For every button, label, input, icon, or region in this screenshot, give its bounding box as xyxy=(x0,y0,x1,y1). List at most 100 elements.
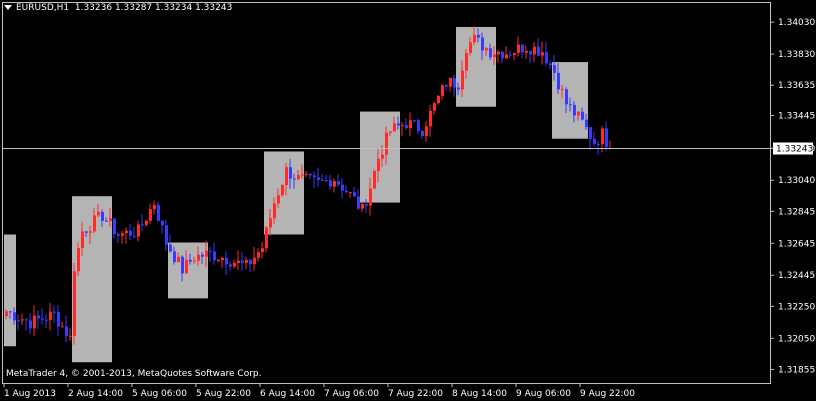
price-tick-label: 1.31855 xyxy=(778,365,815,375)
candle-body xyxy=(305,173,308,175)
candle-body xyxy=(585,119,588,128)
candle-body xyxy=(477,34,480,38)
candle-body xyxy=(517,44,520,53)
candle-body xyxy=(393,123,396,132)
candle-body xyxy=(229,264,232,267)
candle-body xyxy=(101,211,104,221)
candle-body xyxy=(33,315,36,329)
candle-body xyxy=(545,52,548,64)
price-chart[interactable]: 1.340301.338301.336351.334451.332401.330… xyxy=(0,0,816,401)
candle-body xyxy=(581,111,584,120)
candle-body xyxy=(445,85,448,87)
candle-body xyxy=(433,103,436,111)
candle-body xyxy=(45,319,48,321)
candle-body xyxy=(357,196,360,209)
candle-body xyxy=(437,95,440,104)
candle-body xyxy=(441,85,444,96)
candle-body xyxy=(317,177,320,180)
candle-body xyxy=(353,191,356,197)
candle-body xyxy=(113,218,116,235)
candle-body xyxy=(513,52,516,56)
price-tick-label: 1.32250 xyxy=(778,302,815,312)
candle-body xyxy=(225,257,228,265)
candle-body xyxy=(285,167,288,186)
candle-body xyxy=(97,211,100,216)
candle-body xyxy=(469,42,472,53)
candle-body xyxy=(521,44,524,53)
candle-body xyxy=(465,52,468,71)
candle-body xyxy=(133,235,136,237)
candle-body xyxy=(185,259,188,274)
candle-body xyxy=(49,311,52,321)
candle-body xyxy=(89,231,92,233)
candle-body xyxy=(505,54,508,59)
candle-body xyxy=(105,220,108,222)
candle-body xyxy=(493,54,496,58)
candle-body xyxy=(289,167,292,179)
time-tick-label: 2 Aug 14:00 xyxy=(68,389,123,399)
candle-body xyxy=(197,254,200,261)
candle-body xyxy=(565,89,568,105)
candle-body xyxy=(461,70,464,90)
candle-body xyxy=(361,204,364,209)
candle-body xyxy=(253,257,256,265)
dropdown-triangle-icon[interactable] xyxy=(4,5,12,10)
current-price-label: 1.33243 xyxy=(776,145,813,155)
candle-body xyxy=(201,254,204,257)
candle-body xyxy=(5,311,8,317)
price-tick-label: 1.32645 xyxy=(778,239,815,249)
candle-body xyxy=(333,181,336,187)
candle-body xyxy=(169,244,172,252)
candle-body xyxy=(157,205,160,221)
candle-body xyxy=(473,34,476,43)
time-tick-label: 5 Aug 06:00 xyxy=(132,389,187,399)
candle-body xyxy=(597,143,600,145)
price-tick-label: 1.33830 xyxy=(778,50,815,60)
candle-body xyxy=(241,260,244,263)
candle-body xyxy=(369,188,372,206)
candle-body xyxy=(121,233,124,236)
candle-body xyxy=(553,65,556,73)
candle-body xyxy=(17,320,20,322)
candle-body xyxy=(213,251,216,261)
candle-body xyxy=(73,271,76,336)
candle-body xyxy=(533,46,536,55)
candle-body xyxy=(313,175,316,178)
symbol-label: EURUSD,H1 xyxy=(16,3,70,13)
candle-body xyxy=(537,46,540,56)
copyright-text: MetaTrader 4, © 2001-2013, MetaQuotes So… xyxy=(6,369,262,379)
candle-body xyxy=(377,158,380,172)
candle-body xyxy=(109,218,112,221)
candle-body xyxy=(561,89,564,91)
candle-body xyxy=(273,203,276,219)
candle-body xyxy=(181,256,184,274)
candle-body xyxy=(257,252,260,258)
candle-body xyxy=(525,50,528,53)
candle-body xyxy=(53,311,56,313)
candle-body xyxy=(501,51,504,59)
time-tick-label: 1 Aug 2013 xyxy=(4,389,56,399)
candle-body xyxy=(293,178,296,180)
candle-body xyxy=(401,125,404,127)
candle-body xyxy=(573,104,576,116)
candle-body xyxy=(345,190,348,193)
candle-body xyxy=(385,132,388,155)
candle-body xyxy=(453,78,456,88)
candle-body xyxy=(65,326,68,337)
session-box xyxy=(4,234,16,347)
candle-body xyxy=(417,120,420,131)
candle-body xyxy=(605,128,608,148)
time-tick-label: 6 Aug 14:00 xyxy=(260,389,315,399)
candle-body xyxy=(173,251,176,263)
candle-body xyxy=(397,123,400,126)
candle-body xyxy=(589,127,592,139)
quote-values: 1.33236 1.33287 1.33234 1.33243 xyxy=(74,3,233,13)
chart-header: EURUSD,H1 1.33236 1.33287 1.33234 1.3324… xyxy=(4,3,232,13)
candle-body xyxy=(165,225,168,245)
candle-body xyxy=(485,48,488,51)
candle-body xyxy=(81,231,84,249)
price-tick-label: 1.33040 xyxy=(778,176,815,186)
candle-body xyxy=(37,315,40,319)
candle-body xyxy=(457,87,460,90)
candle-body xyxy=(541,52,544,56)
